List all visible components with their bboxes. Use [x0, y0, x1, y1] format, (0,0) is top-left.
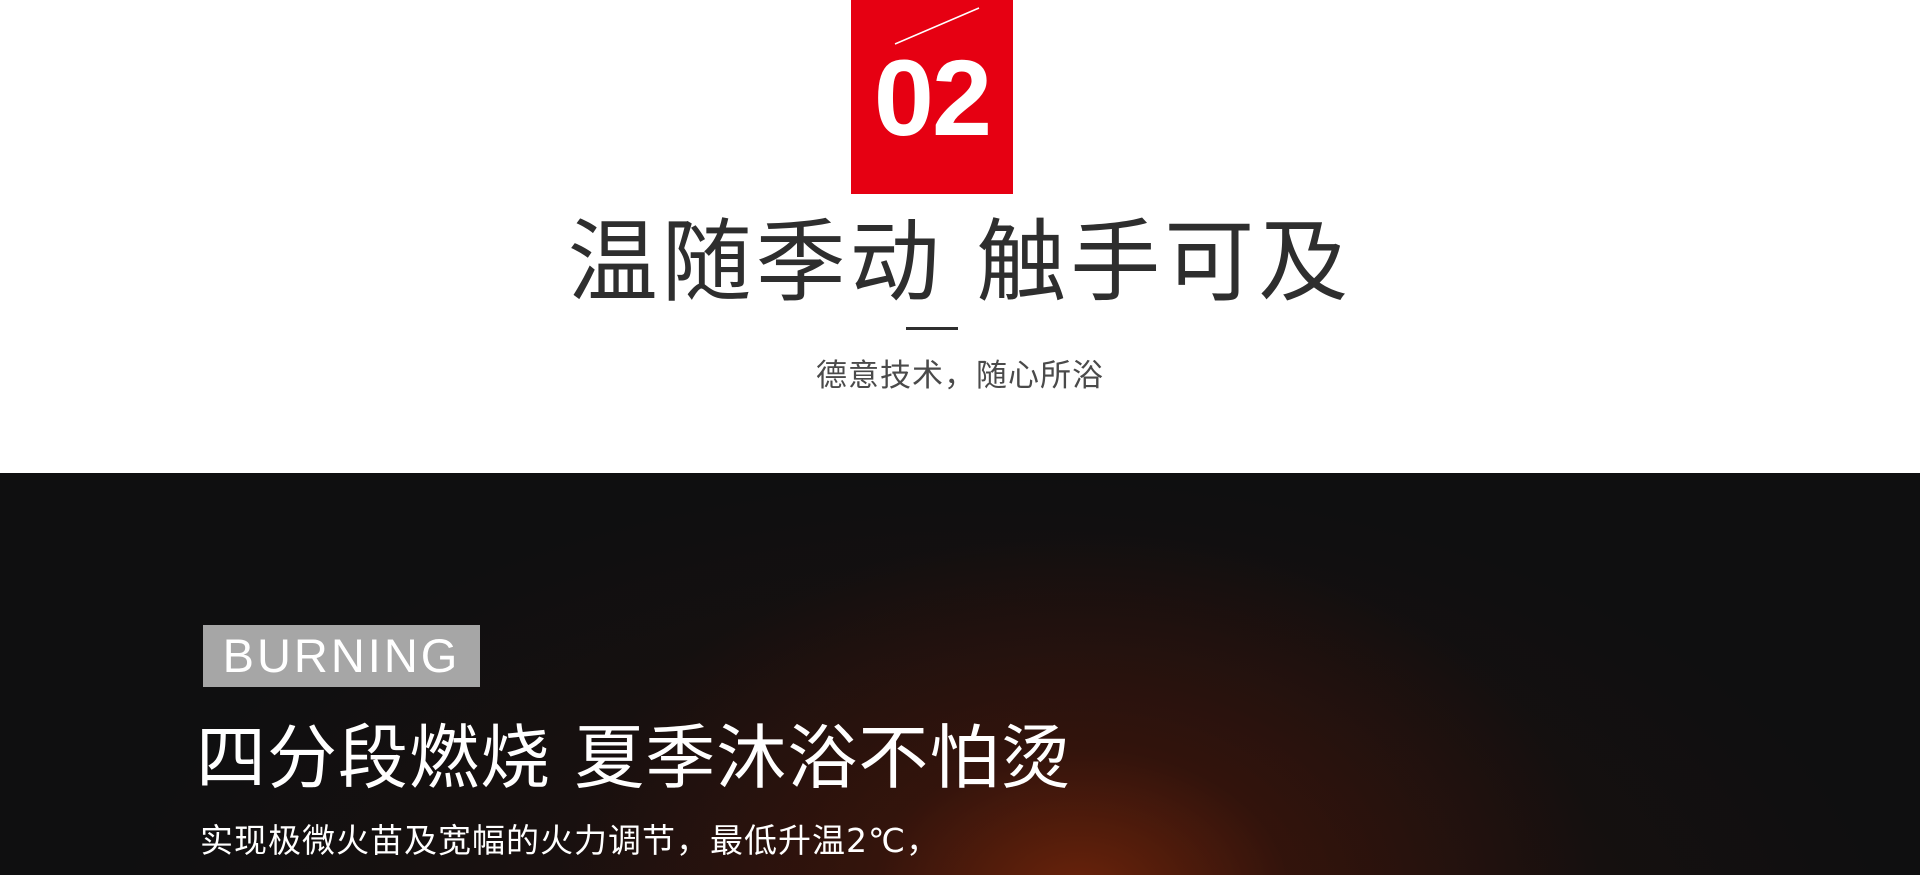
intro-section: 02 温随季动 触手可及 德意技术，随心所浴 [0, 0, 1920, 473]
feature-tag-badge: BURNING [203, 625, 480, 687]
section-number: 02 [873, 37, 992, 158]
title-divider [906, 327, 958, 330]
page-title: 温随季动 触手可及 [567, 210, 1353, 315]
feature-title: 四分段燃烧 夏季沐浴不怕烫 [196, 717, 1072, 799]
section-number-badge: 02 [851, 0, 1013, 194]
page-subtitle: 德意技术，随心所浴 [816, 358, 1104, 394]
feature-description: 实现极微火苗及宽幅的火力调节，最低升温2℃， [200, 821, 941, 860]
feature-section: BURNING 四分段燃烧 夏季沐浴不怕烫 实现极微火苗及宽幅的火力调节，最低升… [0, 473, 1920, 875]
page: 02 温随季动 触手可及 德意技术，随心所浴 BURNING 四分段燃烧 夏季沐… [0, 0, 1920, 875]
